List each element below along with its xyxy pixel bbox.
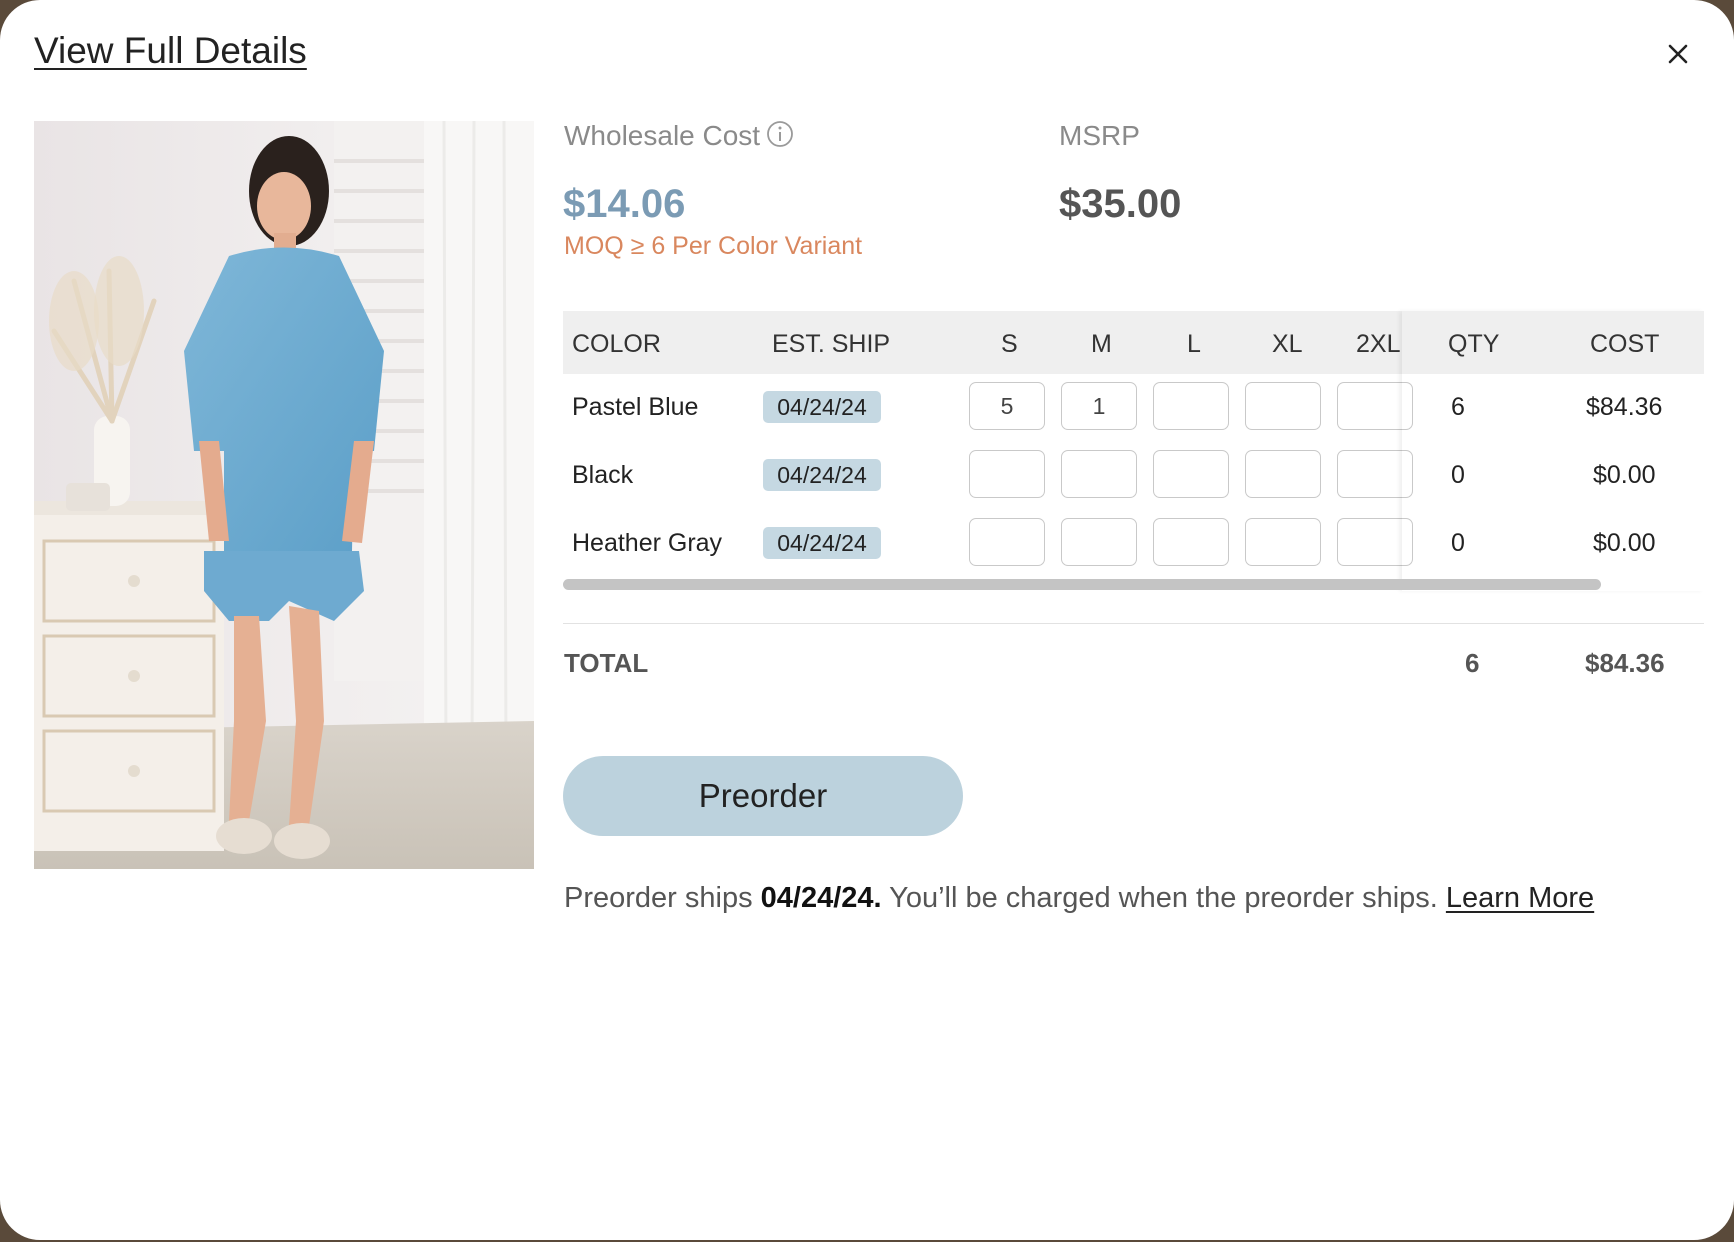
moq-notice: MOQ ≥ 6 Per Color Variant [564,232,863,260]
preorder-note: Preorder ships 04/24/24. You’ll be charg… [564,882,1594,915]
size-input-m[interactable] [1061,518,1137,566]
ship-date-badge: 04/24/24 [763,527,881,559]
col-size-s: S [1001,330,1018,358]
close-button[interactable] [1660,36,1696,72]
msrp-label: MSRP [1059,120,1140,151]
col-color: COLOR [572,330,661,358]
size-input-l[interactable] [1153,382,1229,430]
sticky-columns-edge [1402,311,1704,591]
total-qty: 6 [1465,648,1480,678]
product-quick-view-modal: View Full Details Wholesale Cost MSRP $1… [0,0,1734,1240]
total-cost: $84.36 [1585,648,1665,678]
preorder-note-suffix: You’ll be charged when the preorder ship… [881,882,1446,914]
size-input-s[interactable] [969,382,1045,430]
size-input-m[interactable] [1061,382,1137,430]
size-input-s[interactable] [969,450,1045,498]
msrp-price: $35.00 [1059,182,1182,226]
view-full-details-link[interactable]: View Full Details [34,30,307,72]
wholesale-cost-label-text: Wholesale Cost [564,120,761,151]
row-color: Heather Gray [572,529,723,557]
preorder-button[interactable]: Preorder [563,756,963,836]
size-input-xl[interactable] [1245,518,1321,566]
wholesale-price: $14.06 [563,182,686,226]
ship-date-badge: 04/24/24 [763,459,881,491]
size-input-xl[interactable] [1245,450,1321,498]
size-input-l[interactable] [1153,518,1229,566]
col-est-ship: EST. SHIP [772,330,891,358]
row-color: Pastel Blue [572,393,699,421]
size-input-m[interactable] [1061,450,1137,498]
preorder-ship-date: 04/24/24. [760,882,882,914]
close-icon [1668,44,1688,64]
size-input-l[interactable] [1153,450,1229,498]
preorder-note-prefix: Preorder ships [564,882,761,914]
col-size-2xl: 2XL [1356,330,1401,358]
divider [563,623,1704,624]
col-size-m: M [1091,330,1112,358]
size-input-s[interactable] [969,518,1045,566]
info-icon[interactable] [766,120,794,155]
learn-more-link[interactable]: Learn More [1446,882,1594,914]
wholesale-cost-label: Wholesale Cost [564,120,794,155]
horizontal-scrollbar[interactable] [563,579,1601,590]
product-image [34,121,534,869]
size-input-xl[interactable] [1245,382,1321,430]
total-label: TOTAL [564,648,649,678]
variant-table: COLOR EST. SHIP S M L XL 2XL QTY COST Pa… [563,311,1704,590]
ship-date-badge: 04/24/24 [763,391,881,423]
row-color: Black [572,461,634,489]
col-size-l: L [1187,330,1201,358]
col-size-xl: XL [1272,330,1303,358]
